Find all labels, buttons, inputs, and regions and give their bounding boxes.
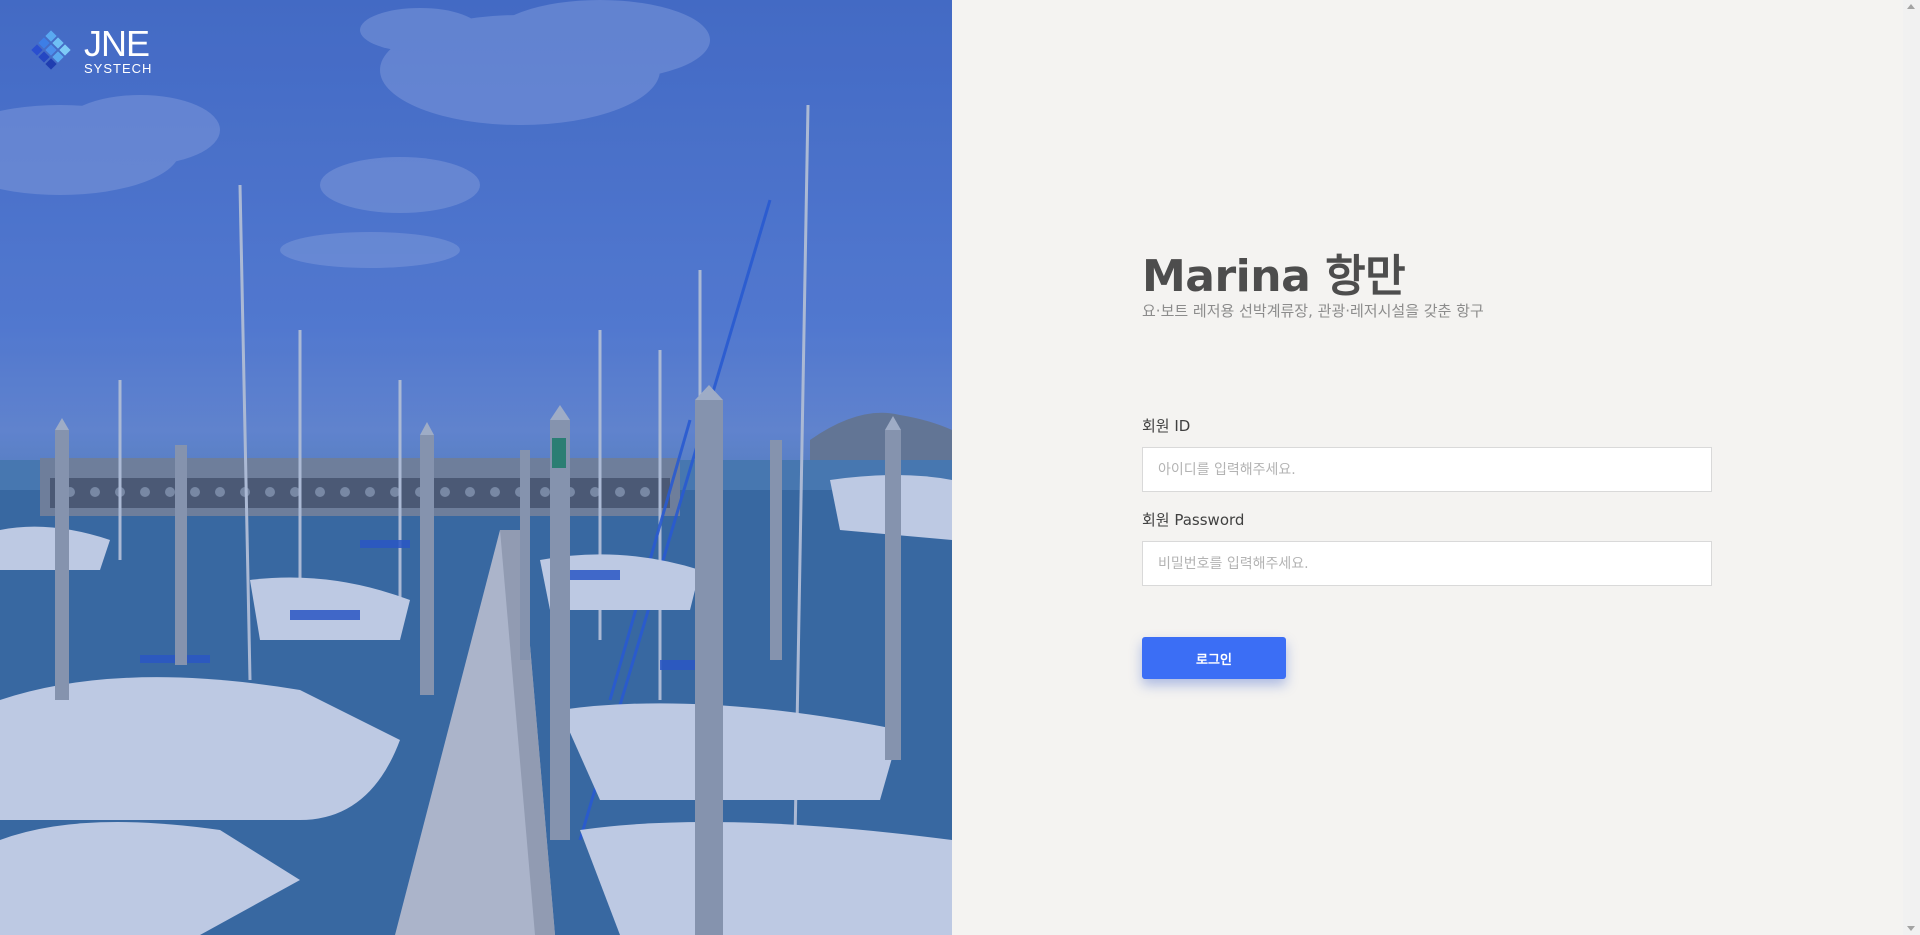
- diamond-grid-icon: [31, 30, 71, 70]
- page-scrollbar[interactable]: [1903, 0, 1920, 935]
- login-button[interactable]: 로그인: [1142, 637, 1286, 679]
- password-label: 회원 Password: [1142, 511, 1245, 529]
- page-subtitle: 요·보트 레저용 선박계류장, 관광·레저시설을 갖춘 항구: [1142, 302, 1484, 320]
- logo-name: JNE: [84, 23, 150, 64]
- hero-image: JNE SYSTECH: [0, 0, 952, 935]
- password-input[interactable]: [1142, 541, 1712, 586]
- scroll-up-icon[interactable]: [1907, 4, 1915, 9]
- id-input[interactable]: [1142, 447, 1712, 492]
- logo-tagline: SYSTECH: [84, 61, 153, 76]
- scroll-down-icon[interactable]: [1907, 926, 1915, 931]
- login-panel: Marina 항만 요·보트 레저용 선박계류장, 관광·레저시설을 갖춘 항구…: [952, 0, 1920, 935]
- logo-text: JNE SYSTECH: [84, 26, 152, 76]
- login-page: JNE SYSTECH Marina 항만 요·보트 레저용 선박계류장, 관광…: [0, 0, 1920, 935]
- id-label: 회원 ID: [1142, 417, 1191, 435]
- brand-logo[interactable]: JNE SYSTECH: [30, 26, 160, 76]
- page-title: Marina 항만: [1142, 251, 1406, 302]
- hero-overlay: [0, 0, 952, 935]
